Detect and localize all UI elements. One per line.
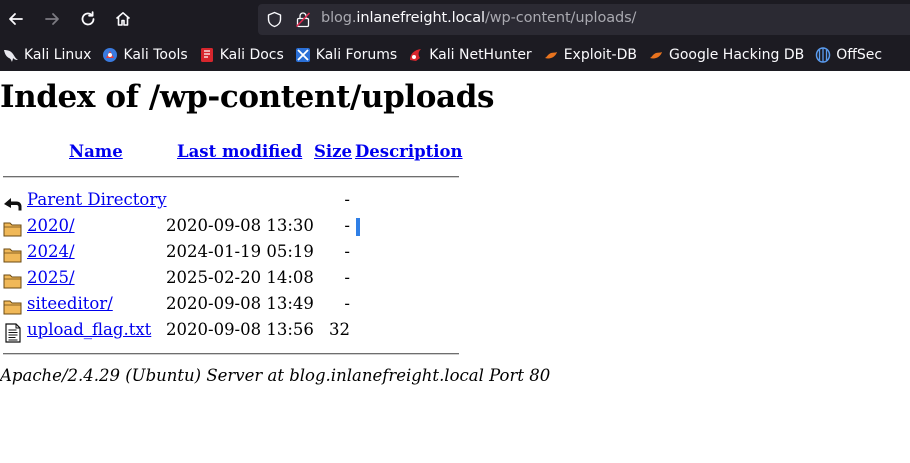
column-header-name: Name (69, 142, 123, 161)
back-folder-icon (4, 198, 22, 211)
sort-by-name-link[interactable]: Name (69, 142, 123, 161)
table-row: upload_flag.txt 2020-09-08 13:56 32 (0, 320, 520, 346)
column-header-description: Description (355, 142, 463, 161)
table-row: 2025/ 2025-02-20 14:08 - (0, 268, 520, 294)
row-size: - (344, 190, 350, 209)
row-date: 2020-09-08 13:30 (166, 216, 314, 235)
folder-icon (3, 222, 22, 237)
text-cursor-highlight (356, 218, 360, 236)
row-date: 2020-09-08 13:49 (166, 294, 314, 313)
sort-by-size-link[interactable]: Size (314, 142, 352, 161)
divider-top (3, 176, 459, 178)
server-signature: Apache/2.4.29 (Ubuntu) Server at blog.in… (0, 366, 551, 385)
file-link-upload-flag[interactable]: upload_flag.txt (27, 320, 151, 339)
row-size: 32 (329, 320, 350, 339)
table-row: siteeditor/ 2020-09-08 13:49 - (0, 294, 520, 320)
column-header-modified: Last modified (177, 142, 302, 161)
folder-icon (3, 248, 22, 263)
folder-link-siteeditor[interactable]: siteeditor/ (27, 294, 113, 313)
sort-by-modified-link[interactable]: Last modified (177, 142, 302, 161)
row-size: - (344, 268, 350, 287)
row-size: - (344, 242, 350, 261)
sort-by-description-link[interactable]: Description (355, 142, 463, 161)
divider-bottom (3, 353, 459, 355)
row-date: 2024-01-19 05:19 (166, 242, 314, 261)
folder-link-2020[interactable]: 2020/ (27, 216, 75, 235)
page-title: Index of /wp-content/uploads (0, 79, 495, 115)
row-date: 2025-02-20 14:08 (166, 268, 314, 287)
folder-icon (3, 300, 22, 315)
folder-link-2025[interactable]: 2025/ (27, 268, 75, 287)
parent-directory-link[interactable]: Parent Directory (27, 190, 167, 209)
page-content: Index of /wp-content/uploads Name Last m… (0, 0, 910, 392)
table-row: 2020/ 2020-09-08 13:30 - (0, 216, 520, 242)
text-file-icon (5, 323, 21, 343)
row-date: 2020-09-08 13:56 (166, 320, 314, 339)
row-size: - (344, 216, 350, 235)
table-row: Parent Directory - (0, 190, 520, 216)
folder-icon (3, 274, 22, 289)
table-row: 2024/ 2024-01-19 05:19 - (0, 242, 520, 268)
column-header-size: Size (314, 142, 352, 161)
folder-link-2024[interactable]: 2024/ (27, 242, 75, 261)
row-size: - (344, 294, 350, 313)
